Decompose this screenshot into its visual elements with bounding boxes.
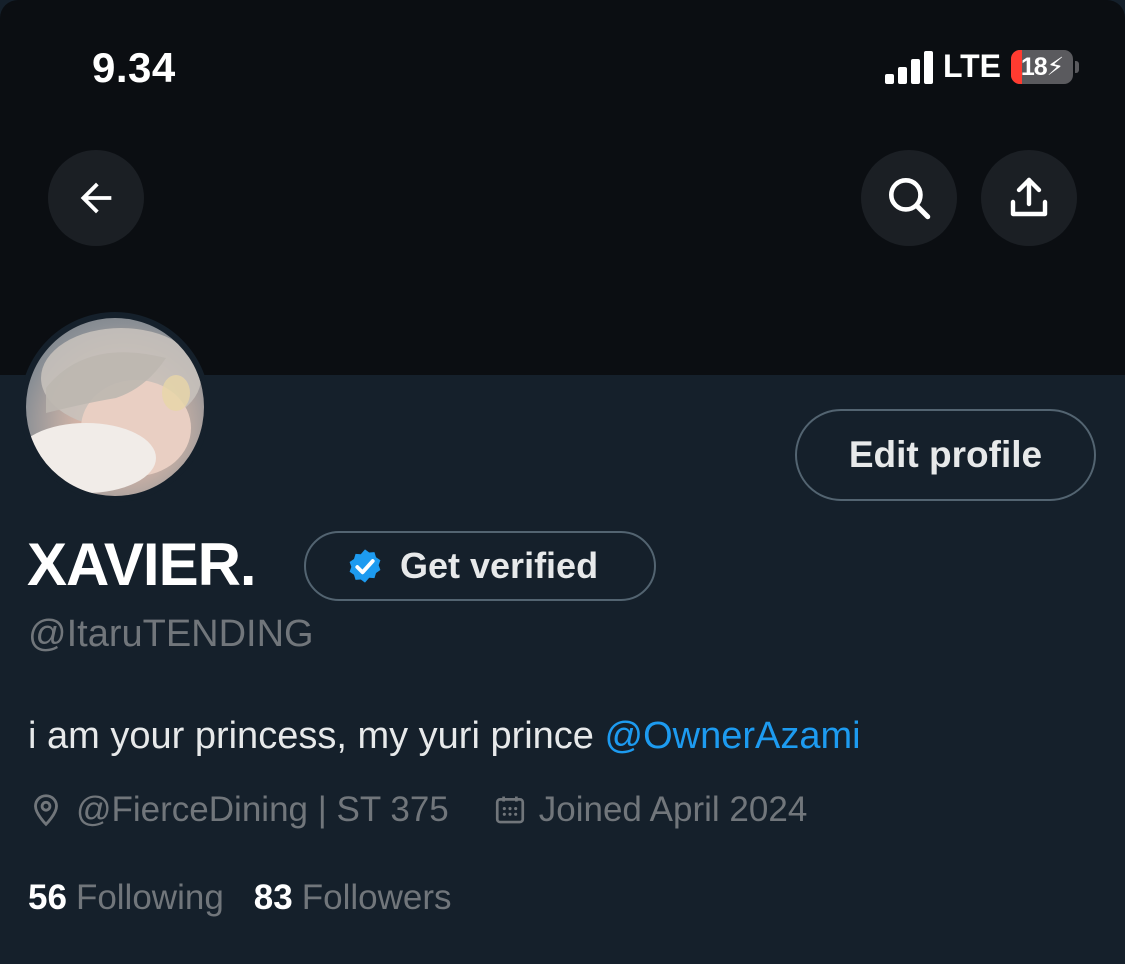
back-button[interactable] <box>48 150 144 246</box>
followers-count: 83 <box>253 878 293 917</box>
share-upload-icon <box>1010 177 1048 217</box>
calendar-icon <box>495 796 524 824</box>
joined-item: Joined April 2024 <box>493 790 808 830</box>
follow-stats: 56 Following 83 Followers <box>28 878 452 918</box>
location-item: @FierceDining | ST 375 <box>28 790 449 830</box>
verified-badge-icon <box>349 549 381 583</box>
followers-link[interactable]: 83 Followers <box>254 878 452 918</box>
followers-label: Followers <box>301 878 452 917</box>
cellular-signal-icon <box>884 50 933 84</box>
profile-meta: @FierceDining | ST 375 Joined April 2024 <box>28 790 807 830</box>
location-text: @FierceDining | ST 375 <box>76 790 449 829</box>
following-label: Following <box>75 878 224 917</box>
bio-mention-link[interactable]: @OwnerAzami <box>605 715 861 757</box>
charging-bolt-icon: ⚡︎ <box>1046 52 1065 81</box>
location-pin-icon <box>34 794 58 827</box>
search-icon <box>889 178 931 220</box>
share-button[interactable] <box>981 150 1077 246</box>
status-indicators: LTE 18⚡︎ <box>884 48 1079 85</box>
user-handle: @ItaruTENDING <box>28 613 314 655</box>
network-type: LTE <box>942 48 1001 84</box>
status-time: 9.34 <box>92 44 176 91</box>
get-verified-button[interactable]: Get verified <box>304 531 656 601</box>
avatar[interactable] <box>20 312 210 502</box>
battery-icon: 18⚡︎ <box>1011 49 1073 84</box>
profile-bio: i am your princess, my yuri prince @Owne… <box>28 715 861 758</box>
arrow-left-icon <box>80 182 112 214</box>
avatar-photo <box>26 318 204 496</box>
battery-tip <box>1075 60 1079 73</box>
edit-profile-button[interactable]: Edit profile <box>795 409 1096 501</box>
display-name: XAVIER. <box>27 531 257 598</box>
search-button[interactable] <box>861 150 957 246</box>
get-verified-label: Get verified <box>400 545 599 586</box>
following-count: 56 <box>28 878 67 917</box>
battery-level: 18⚡︎ <box>1020 52 1065 81</box>
following-link[interactable]: 56 Following <box>28 878 224 918</box>
joined-date-text: Joined April 2024 <box>538 790 808 829</box>
bio-text: i am your princess, my yuri prince <box>28 715 605 757</box>
